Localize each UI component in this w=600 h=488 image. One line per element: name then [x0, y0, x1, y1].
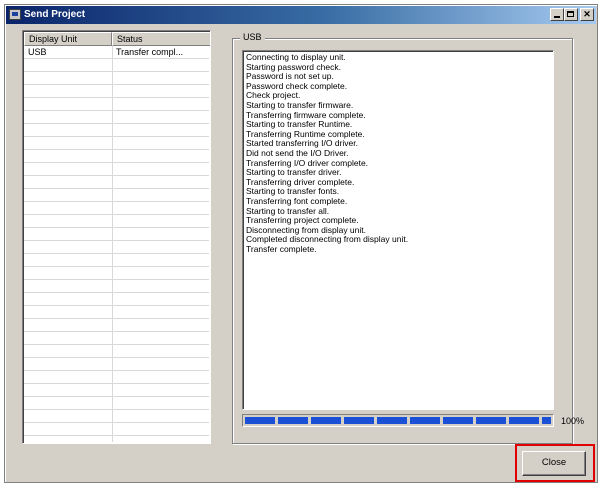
empty-list-row	[24, 150, 209, 163]
progress-bar	[242, 414, 554, 427]
group-label: USB	[240, 31, 265, 43]
list-row[interactable]: USB Transfer compl...	[24, 46, 209, 59]
list-rows: USB Transfer compl...	[24, 46, 209, 442]
list-header: Display Unit Status	[24, 32, 210, 46]
progress-percent: 100%	[561, 416, 585, 426]
empty-list-row	[24, 202, 209, 215]
empty-list-row	[24, 98, 209, 111]
empty-list-row	[24, 176, 209, 189]
empty-list-row	[24, 384, 209, 397]
app-icon	[9, 9, 21, 20]
empty-list-row	[24, 59, 209, 72]
empty-list-row	[24, 241, 209, 254]
empty-list-row	[24, 267, 209, 280]
empty-list-row	[24, 280, 209, 293]
empty-list-row	[24, 137, 209, 150]
empty-list-row	[24, 189, 209, 202]
window-title: Send Project	[24, 9, 86, 20]
empty-list-row	[24, 72, 209, 85]
empty-list-row	[24, 111, 209, 124]
empty-list-row	[24, 293, 209, 306]
display-unit-cell: USB	[28, 47, 47, 57]
display-unit-list[interactable]: Display Unit Status USB Transfer compl...	[22, 30, 211, 444]
empty-list-row	[24, 228, 209, 241]
empty-list-row	[24, 215, 209, 228]
empty-list-row	[24, 163, 209, 176]
minimize-button[interactable]	[550, 8, 564, 21]
column-header-display-unit[interactable]: Display Unit	[24, 32, 112, 46]
close-window-button[interactable]: ✕	[580, 8, 594, 21]
empty-list-row	[24, 410, 209, 423]
empty-list-row	[24, 371, 209, 384]
empty-list-row	[24, 306, 209, 319]
column-header-status[interactable]: Status	[112, 32, 210, 46]
title-bar[interactable]: Send Project ✕	[6, 6, 596, 24]
empty-list-row	[24, 332, 209, 345]
empty-list-row	[24, 397, 209, 410]
transfer-log[interactable]: Connecting to display unit. Starting pass…	[242, 50, 554, 410]
log-line: Transfer complete.	[246, 243, 317, 254]
empty-list-row	[24, 345, 209, 358]
empty-list-row	[24, 436, 209, 443]
empty-list-row	[24, 319, 209, 332]
empty-list-row	[24, 358, 209, 371]
maximize-button[interactable]	[564, 8, 578, 21]
empty-list-row	[24, 423, 209, 436]
progress-fill	[245, 417, 551, 424]
empty-list-row	[24, 254, 209, 267]
empty-list-row	[24, 124, 209, 137]
empty-list-row	[24, 85, 209, 98]
close-button[interactable]: Close	[522, 451, 586, 476]
status-cell: Transfer compl...	[116, 47, 184, 57]
